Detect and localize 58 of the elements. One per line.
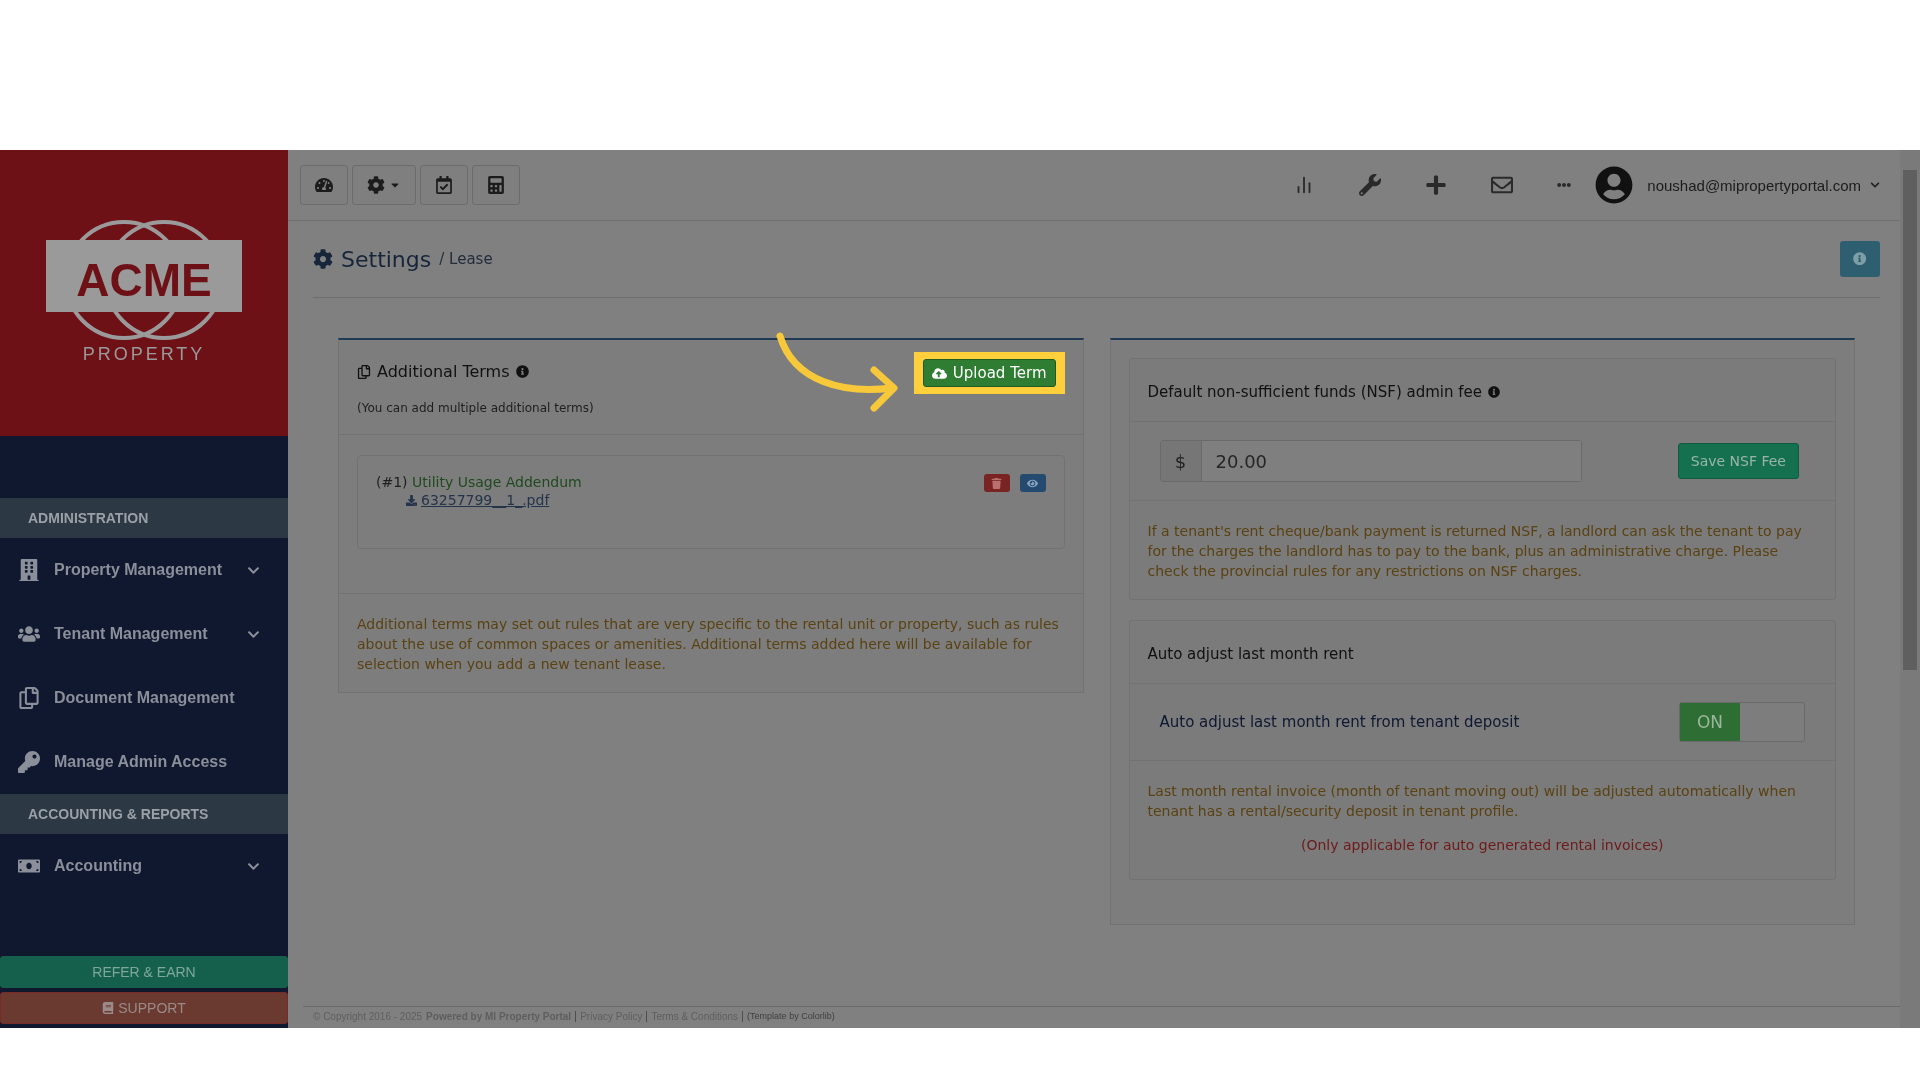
acme-logo: ACME PROPERTY — [44, 218, 244, 368]
toggle-switch[interactable]: ON — [1679, 702, 1805, 742]
sidebar-item[interactable]: Accounting — [0, 834, 288, 898]
dashboard-button[interactable] — [300, 165, 348, 205]
mail-icon[interactable] — [1491, 174, 1514, 196]
info-icon — [515, 365, 529, 378]
info-note: If a tenant's rent cheque/bank payment is returned NSF, a landlord can ask the tenant to pay for the charges the landlord has to pay to the bank, plus an administrative charge. Please check the provincial rules for any restrictions on NSF charges. — [1129, 500, 1835, 599]
breadcrumb: / Lease — [439, 250, 493, 268]
info-button[interactable] — [1840, 241, 1880, 277]
eye-icon — [1027, 477, 1038, 489]
sidebar-item[interactable]: Tenant Management — [0, 602, 288, 666]
save-nsf-fee-button[interactable]: Save NSF Fee — [1677, 443, 1799, 479]
page-title: Settings — [341, 246, 432, 272]
upload-term-button[interactable]: Upload Term — [922, 359, 1056, 387]
calendar-button[interactable] — [420, 165, 468, 205]
gear-icon — [367, 176, 385, 194]
documents-icon — [357, 364, 371, 379]
info-note: Additional terms may set out rules that are very specific to the rental unit or property, such as rules about the use of common spaces or amenities. Additional terms added here will be available for selection when you add a new tenant lease. — [339, 593, 1083, 692]
setting-label: Auto adjust last month rent from tenant deposit — [1159, 713, 1520, 731]
sidebar-item[interactable]: Property Management — [0, 538, 288, 602]
calculator-icon — [487, 176, 505, 194]
info-icon — [1853, 252, 1867, 266]
wrench-icon[interactable] — [1359, 174, 1382, 196]
key-icon — [18, 751, 40, 773]
sidebar-item[interactable]: Manage Admin Access — [0, 730, 288, 794]
users-icon — [18, 623, 40, 645]
hint-text: (You can add multiple additional terms) — [357, 401, 594, 415]
view-button[interactable] — [1019, 474, 1046, 492]
settings-dropdown-button[interactable] — [352, 165, 416, 205]
settings-icon — [313, 249, 333, 269]
documents-icon — [18, 687, 40, 709]
book-icon — [102, 1002, 115, 1014]
fee-input[interactable]: $ 20.00 — [1159, 440, 1582, 482]
sidebar-section-header: ADMINISTRATION — [0, 498, 288, 538]
card-title: Auto adjust last month rent — [1147, 645, 1354, 663]
building-icon — [18, 559, 40, 581]
download-icon — [406, 494, 417, 506]
calendar-icon — [435, 176, 453, 194]
trash-icon — [991, 477, 1002, 489]
sidebar-item[interactable]: Document Management — [0, 666, 288, 730]
support-button[interactable]: SUPPORT — [0, 992, 288, 1024]
warning-note: (Only applicable for auto generated rental invoices) — [1299, 836, 1665, 855]
cloud-upload-icon — [931, 365, 947, 381]
chevron-down-icon[interactable] — [1870, 180, 1880, 190]
delete-button[interactable] — [983, 474, 1010, 492]
calculator-button[interactable] — [472, 165, 520, 205]
dashboard-icon — [315, 176, 333, 194]
info-icon — [1488, 386, 1501, 398]
card-title: Default non-sufficient funds (NSF) admin fee — [1147, 383, 1483, 401]
avatar-icon[interactable] — [1595, 166, 1634, 204]
term-name: (#1) Utility Usage Addendum — [376, 474, 582, 490]
user-menu[interactable]: noushad@mipropertyportal.com — [1647, 176, 1861, 194]
panel-title: Additional Terms — [377, 362, 510, 381]
plus-icon[interactable] — [1425, 174, 1448, 196]
refer-button[interactable]: REFER & EARN — [0, 956, 288, 988]
info-note: Last month rental invoice (month of tenant moving out) will be adjusted automatically when tenant has a rental/security deposit in tenant profile. — [1129, 760, 1835, 825]
sidebar-section-header: ACCOUNTING & REPORTS — [0, 794, 288, 834]
file-link[interactable]: 63257799__1_.pdf — [406, 492, 582, 508]
